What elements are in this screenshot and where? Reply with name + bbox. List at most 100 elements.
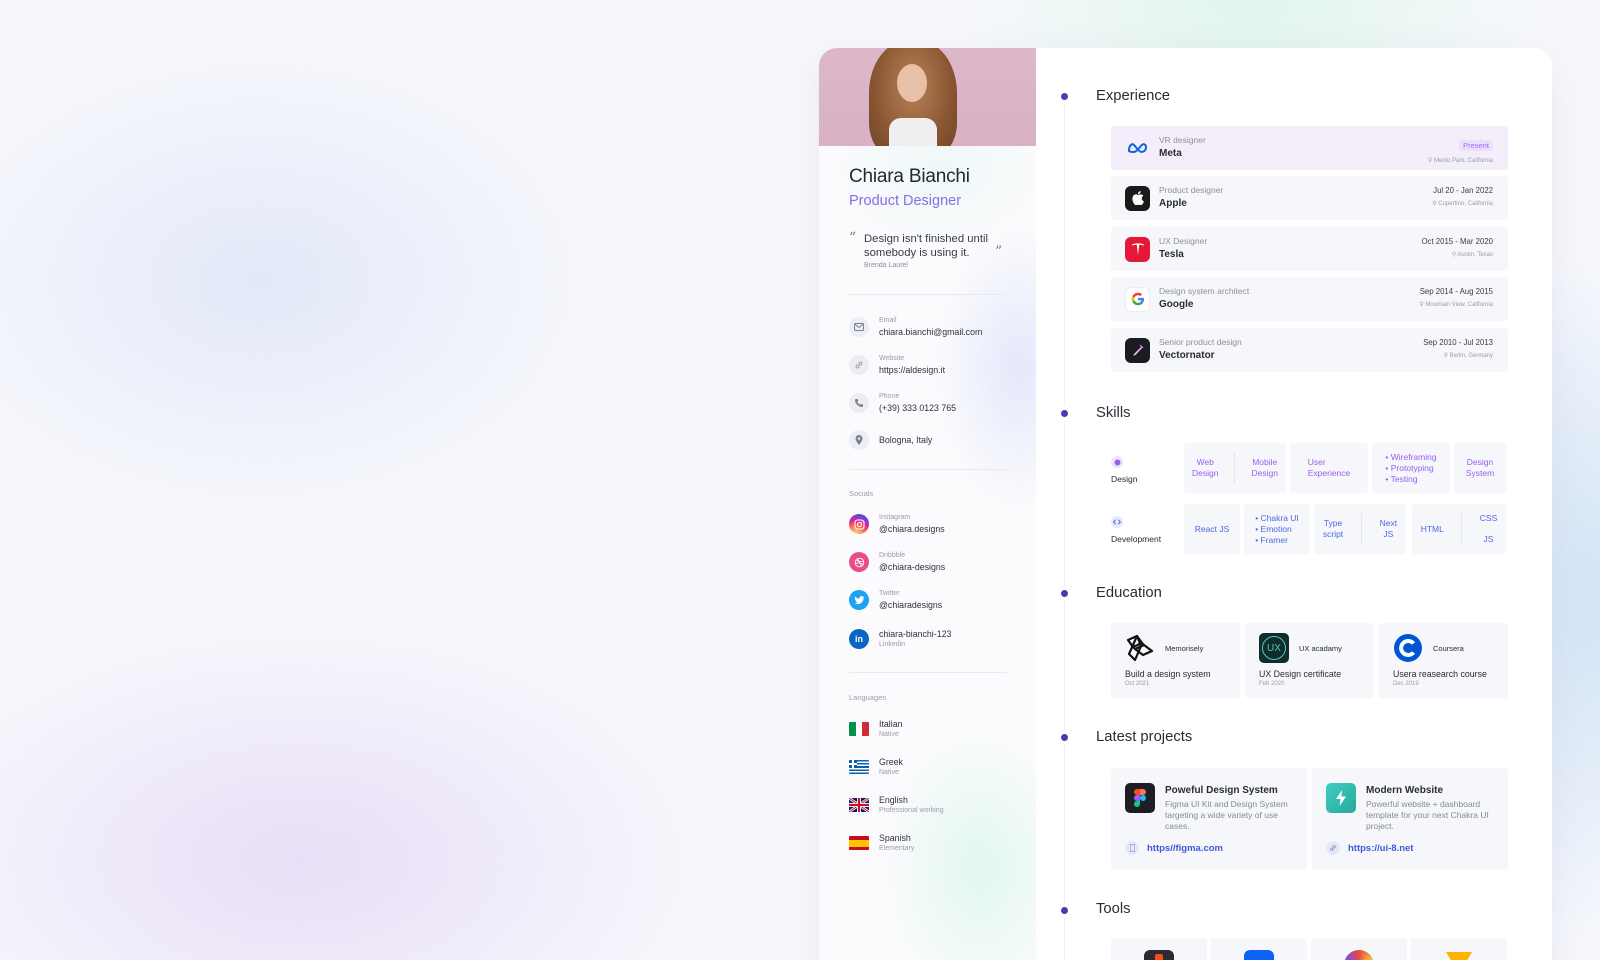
- skill-group: React JS: [1184, 504, 1240, 554]
- skill-group: Type script Next JS: [1314, 504, 1406, 554]
- lightning-logo-icon: [1326, 783, 1356, 813]
- languages-title: Languages: [849, 693, 887, 702]
- google-logo-icon: [1125, 286, 1150, 312]
- experience-company: Apple: [1159, 198, 1187, 209]
- language-name: Greek: [879, 757, 903, 767]
- education-item[interactable]: Coursera Usera reasearch course Dec 2019: [1379, 623, 1508, 698]
- contact-website[interactable]: Website https://aldesign.it: [849, 354, 945, 376]
- skill-tag: Next JS: [1379, 518, 1398, 539]
- social-label: Twitter: [879, 590, 900, 597]
- experience-item-google[interactable]: Design system architect Google Sep 2014 -…: [1111, 277, 1508, 321]
- project-title: Poweful Design System: [1165, 785, 1278, 796]
- skill-tag: Design System: [1465, 457, 1495, 478]
- social-twitter[interactable]: Twitter @chiaradesigns: [849, 589, 942, 611]
- contact-email[interactable]: Email chiara.bianchi@gmail.com: [849, 316, 982, 338]
- project-link[interactable]: https//figma.com: [1125, 841, 1223, 855]
- email-label: Email: [879, 317, 897, 324]
- education-date: Dec 2019: [1393, 681, 1419, 687]
- quote-text: Design isn't finished until somebody is …: [864, 233, 988, 259]
- language-item: Spanish Elementary: [849, 832, 914, 854]
- experience-heading: Experience: [1096, 88, 1171, 104]
- skill-category-design: Design: [1111, 456, 1181, 484]
- profile-photo: [819, 48, 1036, 146]
- social-handle: @chiara.designs: [879, 524, 945, 534]
- skill-list: • Wireframing • Prototyping • Testing: [1385, 451, 1437, 484]
- spain-flag-icon: [849, 836, 869, 850]
- globe-tool-icon: [1344, 950, 1374, 960]
- education-item[interactable]: Memorisely Build a design system Oct 202…: [1111, 623, 1240, 698]
- experience-role: UX Designer: [1159, 236, 1208, 246]
- instagram-icon: [849, 514, 869, 534]
- uk-flag-icon: [849, 798, 869, 812]
- language-name: Italian: [879, 719, 903, 729]
- website-label: Website: [879, 355, 905, 362]
- social-handle: chiara-bianchi-123: [879, 629, 952, 639]
- social-linkedin[interactable]: in chiara-bianchi-123 Linkedin: [849, 628, 951, 650]
- sketch-tool-icon: [1446, 952, 1472, 960]
- profile-role: Product Designer: [849, 193, 962, 209]
- close-quote-icon: ”: [995, 244, 1003, 260]
- contact-phone[interactable]: Phone (+39) 333 0123 765: [849, 392, 956, 414]
- apple-logo-icon: [1125, 185, 1150, 211]
- project-item[interactable]: Modern Website Powerful website + dashbo…: [1312, 768, 1508, 870]
- project-link-text[interactable]: https//figma.com: [1147, 843, 1223, 854]
- social-handle: @chiaradesigns: [879, 600, 943, 610]
- experience-item-tesla[interactable]: UX Designer Tesla Oct 2015 - Mar 2020 ⚲ A…: [1111, 227, 1508, 271]
- twitter-icon: [849, 590, 869, 610]
- experience-item-apple[interactable]: Product designer Apple Jul 20 - Jan 2022 …: [1111, 176, 1508, 220]
- socials-title: Socials: [849, 489, 874, 498]
- quote-author: Brenda Laurel: [864, 262, 908, 269]
- experience-date: Oct 2015 - Mar 2020: [1421, 237, 1493, 246]
- phone-icon: [849, 393, 869, 413]
- skill-group: Design System: [1454, 443, 1506, 493]
- skill-tag: React JS: [1194, 523, 1230, 534]
- code-icon: [1111, 516, 1123, 528]
- timeline-dot: [1061, 734, 1068, 741]
- social-instagram[interactable]: Instagram @chiara.designs: [849, 513, 945, 535]
- project-item[interactable]: Poweful Design System Figma UI Kit and D…: [1111, 768, 1307, 870]
- experience-role: Product designer: [1159, 185, 1224, 195]
- timeline-line: [1064, 96, 1065, 960]
- contact-location: Bologna, Italy: [849, 430, 932, 450]
- timeline-dot: [1061, 93, 1068, 100]
- tool-item[interactable]: [1111, 938, 1207, 960]
- phone-label: Phone: [879, 393, 900, 400]
- project-title: Modern Website: [1366, 785, 1444, 796]
- experience-role: VR designer: [1159, 135, 1206, 145]
- experience-role: Design system architect: [1159, 286, 1250, 296]
- language-level: Native: [879, 769, 899, 776]
- experience-location: ⚲ Austin, Texas: [1451, 252, 1493, 258]
- divider: [849, 294, 1007, 295]
- blue-tool-icon: [1244, 950, 1274, 960]
- divider: [849, 672, 1007, 673]
- tool-item[interactable]: [1411, 938, 1507, 960]
- social-dribbble[interactable]: Dribbble @chiara-designs: [849, 551, 945, 573]
- resume-main: Experience VR designer Meta Present ⚲ Men…: [1036, 48, 1552, 960]
- greece-flag-icon: [849, 760, 869, 774]
- tool-item[interactable]: [1211, 938, 1307, 960]
- timeline-dot: [1061, 590, 1068, 597]
- experience-item-meta[interactable]: VR designer Meta Present ⚲ Menlo Park, Ca…: [1111, 126, 1508, 170]
- language-name: Spanish: [879, 833, 911, 843]
- education-org: Coursera: [1433, 644, 1464, 653]
- vectornator-logo-icon: [1125, 337, 1150, 363]
- social-handle: @chiara-designs: [879, 562, 946, 572]
- email-value: chiara.bianchi@gmail.com: [879, 327, 983, 337]
- dribbble-icon: [849, 552, 869, 572]
- skill-tag: Mobile Design: [1251, 457, 1278, 478]
- skill-group: User Experience: [1290, 443, 1368, 493]
- experience-location: ⚲ Mountain View, California: [1419, 302, 1493, 308]
- tool-item[interactable]: [1311, 938, 1407, 960]
- figma-tool-icon: [1144, 950, 1174, 960]
- link-icon: [849, 355, 869, 375]
- location-value: Bologna, Italy: [879, 435, 933, 445]
- project-link-text[interactable]: https://ui-8.net: [1348, 843, 1413, 854]
- profile-quote: “ Design isn't finished until somebody i…: [849, 230, 1009, 269]
- education-heading: Education: [1096, 585, 1162, 601]
- skill-group: Web Design Mobile Design: [1184, 443, 1286, 493]
- skill-group: HTML CSS JS: [1412, 504, 1506, 554]
- experience-item-vectornator[interactable]: Senior product design Vectornator Sep 201…: [1111, 328, 1508, 372]
- project-link[interactable]: https://ui-8.net: [1326, 841, 1413, 855]
- education-item[interactable]: UX UX acadamy UX Design certificate Feb …: [1245, 623, 1374, 698]
- map-pin-icon: [849, 430, 869, 450]
